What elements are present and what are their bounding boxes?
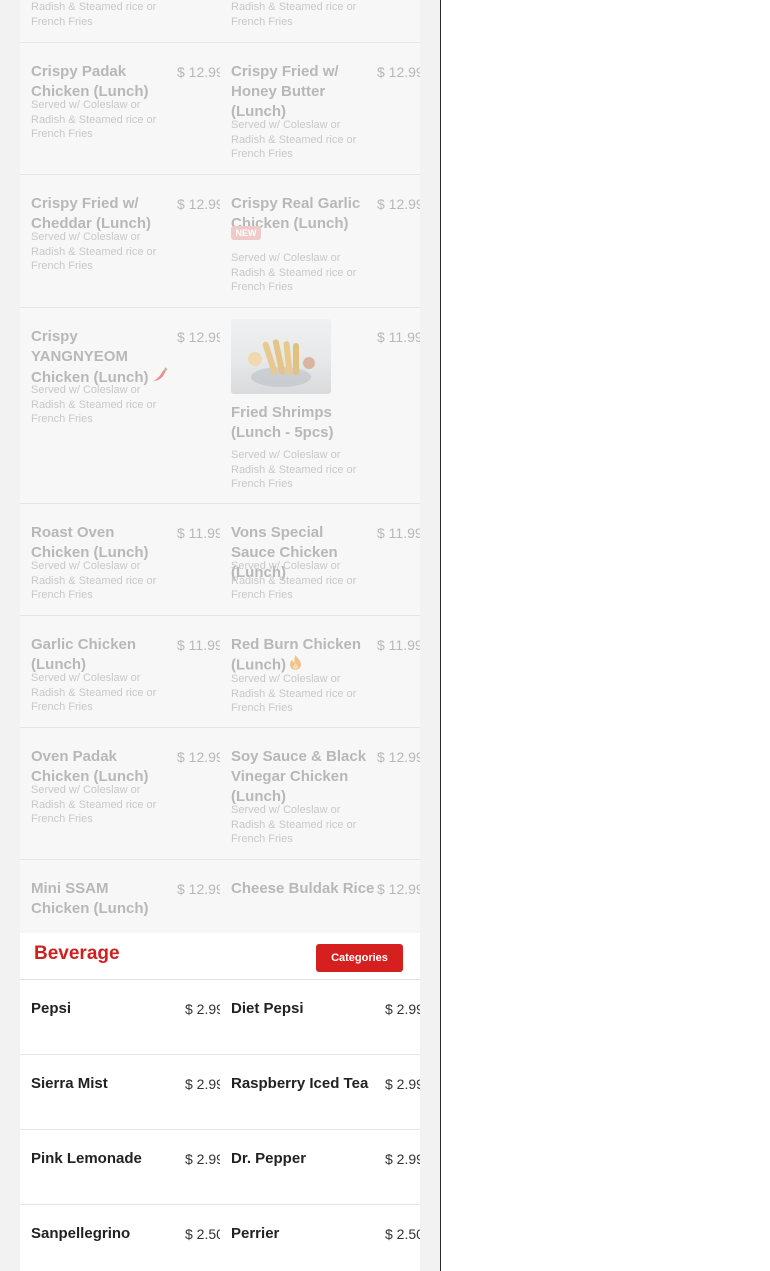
item-description: Served w/ Coleslaw or Radish & Steamed r… [231, 119, 357, 160]
item-price: $ 12.99 [177, 196, 220, 212]
menu-item-yangnyeom[interactable]: Crispy YANGNYEOM Chicken (Lunch) Served … [20, 307, 220, 503]
item-name: Roast Oven Chicken (Lunch) [31, 524, 149, 561]
item-name: Fried Shrimps (Lunch - 5pcs) [231, 404, 334, 441]
item-description: Served w/ Coleslaw or Radish & Steamed r… [31, 99, 157, 140]
menu-row: Pepsi $ 2.99 Diet Pepsi $ 2.99 [20, 979, 420, 1055]
item-description: Served w/ Coleslaw or Radish & Steamed r… [231, 560, 357, 601]
item-price: $ 12.99 [377, 64, 420, 80]
item-price: $ 12.99 [177, 749, 220, 765]
menu-row: Mini SSAM Chicken (Lunch) $ 12.99 Cheese… [20, 859, 420, 933]
item-name: Crispy Fried w/ Honey Butter (Lunch) [231, 63, 339, 120]
menu-item-soy-sauce[interactable]: Soy Sauce & Black Vinegar Chicken (Lunch… [220, 727, 420, 859]
item-name: Diet Pepsi [231, 1000, 304, 1017]
item-price: $ 2.99 [185, 1076, 220, 1092]
menu-row: Crispy YANGNYEOM Chicken (Lunch) Served … [20, 307, 420, 504]
menu-item-diet-pepsi[interactable]: Diet Pepsi $ 2.99 [220, 979, 420, 1054]
category-header: Beverage Categories [20, 933, 420, 980]
menu-item-mini-ssam[interactable]: Mini SSAM Chicken (Lunch) $ 12.99 [20, 859, 220, 933]
item-price: $ 2.99 [385, 1001, 420, 1017]
menu-row: Oven Padak Chicken (Lunch) $ 12.99 Serve… [20, 727, 420, 860]
item-description: Served w/ Coleslaw or Radish & Steamed r… [31, 672, 157, 713]
item-price: $ 11.99 [177, 525, 220, 541]
menu-item-cheese-buldak[interactable]: Cheese Buldak Rice $ 12.99 [220, 859, 420, 933]
item-name: Pepsi [31, 1000, 72, 1017]
menu-item-real-garlic[interactable]: Crispy Real Garlic Chicken (Lunch) $ 12.… [220, 174, 420, 307]
fried-shrimp-photo [231, 319, 331, 394]
menu-item-vons-special[interactable]: Vons Special Sauce Chicken (Lunch) $ 11.… [220, 503, 420, 615]
item-price: $ 12.99 [177, 329, 220, 345]
new-badge: NEW [231, 226, 261, 240]
menu-item-sanpellegrino[interactable]: Sanpellegrino $ 2.50 [20, 1204, 220, 1271]
menu-row: Pink Lemonade $ 2.99 Dr. Pepper $ 2.99 [20, 1129, 420, 1205]
menu-row: Sanpellegrino $ 2.50 Perrier $ 2.50 [20, 1204, 420, 1271]
item-name: Crispy YANGNYEOM Chicken (Lunch) [31, 327, 171, 389]
item-price: $ 12.99 [377, 196, 420, 212]
item-price: $ 2.99 [185, 1001, 220, 1017]
item-description: Served w/ Coleslaw or Radish & Steamed r… [231, 252, 357, 293]
item-price: $ 2.50 [185, 1226, 220, 1242]
item-name: Red Burn Chicken (Lunch) [231, 635, 371, 676]
item-price: $ 12.99 [377, 749, 420, 765]
item-name: Cheese Buldak Rice [231, 880, 375, 897]
item-description: Served w/ Coleslaw or Radish & Steamed r… [231, 673, 357, 714]
categories-button[interactable]: Categories [316, 944, 403, 972]
menu-item-honey-butter[interactable]: Crispy Fried w/ Honey Butter (Lunch) $ 1… [220, 42, 420, 174]
menu-row: Crispy Padak Chicken (Lunch) $ 12.99 Ser… [20, 42, 420, 175]
item-description: Served w/ Coleslaw or Radish & Steamed r… [231, 449, 357, 490]
item-price: $ 11.99 [377, 329, 420, 345]
item-name: Dr. Pepper [231, 1150, 307, 1167]
item-name: Mini SSAM Chicken (Lunch) [31, 880, 149, 917]
menu-row: Garlic Chicken (Lunch) $ 11.99 Served w/… [20, 615, 420, 728]
menu-item-crispy-padak[interactable]: Crispy Padak Chicken (Lunch) $ 12.99 Ser… [20, 42, 220, 174]
menu-item-garlic[interactable]: Garlic Chicken (Lunch) $ 11.99 Served w/… [20, 615, 220, 727]
item-name: Raspberry Iced Tea [231, 1075, 369, 1092]
menu-item-fried-shrimps[interactable]: Fried Shrimps (Lunch - 5pcs) $ 11.99 Ser… [220, 307, 420, 503]
menu-row: Roast Oven Chicken (Lunch) $ 11.99 Serve… [20, 503, 420, 616]
menu-item-roast-oven[interactable]: Roast Oven Chicken (Lunch) $ 11.99 Serve… [20, 503, 220, 615]
item-price: $ 2.50 [385, 1226, 420, 1242]
item-description: Served w/ Coleslaw or Radish & Steamed r… [231, 804, 357, 845]
item-price: $ 12.99 [177, 881, 220, 897]
item-name: Crispy Fried w/ Cheddar (Lunch) [31, 195, 151, 232]
page-frame: Radish & Steamed rice or French Fries Ra… [0, 0, 441, 1271]
item-description: Radish & Steamed rice or French Fries [31, 1, 157, 28]
item-price: $ 2.99 [385, 1151, 420, 1167]
item-price: $ 12.99 [377, 881, 420, 897]
menu-row: Crispy Fried w/ Cheddar (Lunch) $ 12.99 … [20, 174, 420, 308]
item-price: $ 11.99 [377, 637, 420, 653]
item-price: $ 12.99 [177, 64, 220, 80]
menu-row: Sierra Mist $ 2.99 Raspberry Iced Tea $ … [20, 1054, 420, 1130]
menu-item-oven-padak[interactable]: Oven Padak Chicken (Lunch) $ 12.99 Serve… [20, 727, 220, 859]
menu-item-raspberry-iced-tea[interactable]: Raspberry Iced Tea $ 2.99 [220, 1054, 420, 1129]
menu-item-partial[interactable]: Radish & Steamed rice or French Fries [220, 0, 420, 42]
item-name: Oven Padak Chicken (Lunch) [31, 748, 149, 785]
item-price: $ 2.99 [385, 1076, 420, 1092]
item-description: Served w/ Coleslaw or Radish & Steamed r… [31, 784, 157, 825]
item-name: Soy Sauce & Black Vinegar Chicken (Lunch… [231, 748, 367, 805]
item-description: Radish & Steamed rice or French Fries [231, 1, 357, 28]
item-price: $ 11.99 [177, 637, 220, 653]
item-price: $ 11.99 [377, 525, 420, 541]
item-price: $ 2.99 [185, 1151, 220, 1167]
item-description: Served w/ Coleslaw or Radish & Steamed r… [31, 231, 157, 272]
item-description: Served w/ Coleslaw or Radish & Steamed r… [31, 560, 157, 601]
menu-item-perrier[interactable]: Perrier $ 2.50 [220, 1204, 420, 1271]
item-name: Sanpellegrino [31, 1225, 131, 1242]
item-description: Served w/ Coleslaw or Radish & Steamed r… [31, 384, 157, 425]
item-name: Crispy Padak Chicken (Lunch) [31, 63, 149, 100]
item-name: Perrier [231, 1225, 280, 1242]
category-title: Beverage [34, 943, 120, 964]
menu-item-dr-pepper[interactable]: Dr. Pepper $ 2.99 [220, 1129, 420, 1204]
item-name: Sierra Mist [31, 1075, 108, 1092]
item-name: Pink Lemonade [31, 1150, 142, 1167]
menu-item-sierra-mist[interactable]: Sierra Mist $ 2.99 [20, 1054, 220, 1129]
menu-item-pepsi[interactable]: Pepsi $ 2.99 [20, 979, 220, 1054]
menu-row: Radish & Steamed rice or French Fries Ra… [20, 0, 420, 43]
menu-item-partial[interactable]: Radish & Steamed rice or French Fries [20, 0, 220, 42]
item-name-text: Crispy YANGNYEOM Chicken (Lunch) [31, 328, 149, 386]
menu-item-red-burn[interactable]: Red Burn Chicken (Lunch) $ 11.99 Served … [220, 615, 420, 727]
menu-item-pink-lemonade[interactable]: Pink Lemonade $ 2.99 [20, 1129, 220, 1204]
menu-item-cheddar[interactable]: Crispy Fried w/ Cheddar (Lunch) $ 12.99 … [20, 174, 220, 307]
item-name: Garlic Chicken (Lunch) [31, 636, 137, 673]
